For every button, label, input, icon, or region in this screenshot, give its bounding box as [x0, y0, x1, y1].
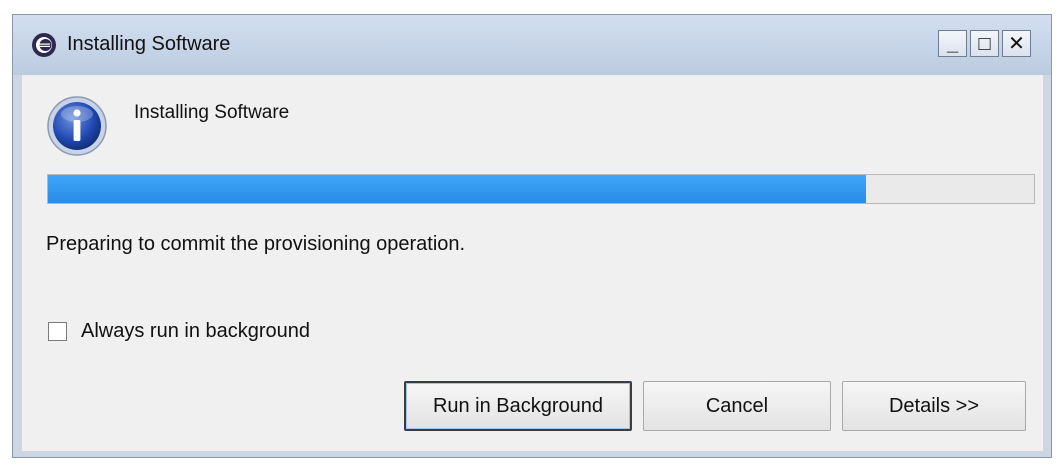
progress-bar — [47, 174, 1035, 204]
always-run-background-checkbox[interactable] — [48, 322, 67, 341]
dialog-body: Installing Software Preparing to commit … — [22, 75, 1043, 451]
minimize-button[interactable]: _ — [938, 30, 967, 57]
close-button[interactable]: ✕ — [1002, 30, 1031, 57]
info-icon — [47, 96, 107, 156]
installing-software-window: Installing Software _ □ ✕ Installing Sof… — [12, 14, 1052, 458]
cancel-button[interactable]: Cancel — [643, 381, 831, 431]
run-in-background-button[interactable]: Run in Background — [404, 381, 632, 431]
always-run-background-row[interactable]: Always run in background — [48, 320, 310, 343]
maximize-button[interactable]: □ — [970, 30, 999, 57]
progress-bar-fill — [48, 175, 867, 203]
status-message: Preparing to commit the provisioning ope… — [46, 233, 466, 255]
always-run-background-label[interactable]: Always run in background — [81, 320, 310, 343]
dialog-heading: Installing Software — [134, 102, 290, 123]
eclipse-app-icon — [32, 33, 56, 57]
window-title: Installing Software — [67, 33, 231, 55]
details-button[interactable]: Details >> — [842, 381, 1026, 431]
title-bar[interactable]: Installing Software _ □ ✕ — [13, 15, 1051, 75]
